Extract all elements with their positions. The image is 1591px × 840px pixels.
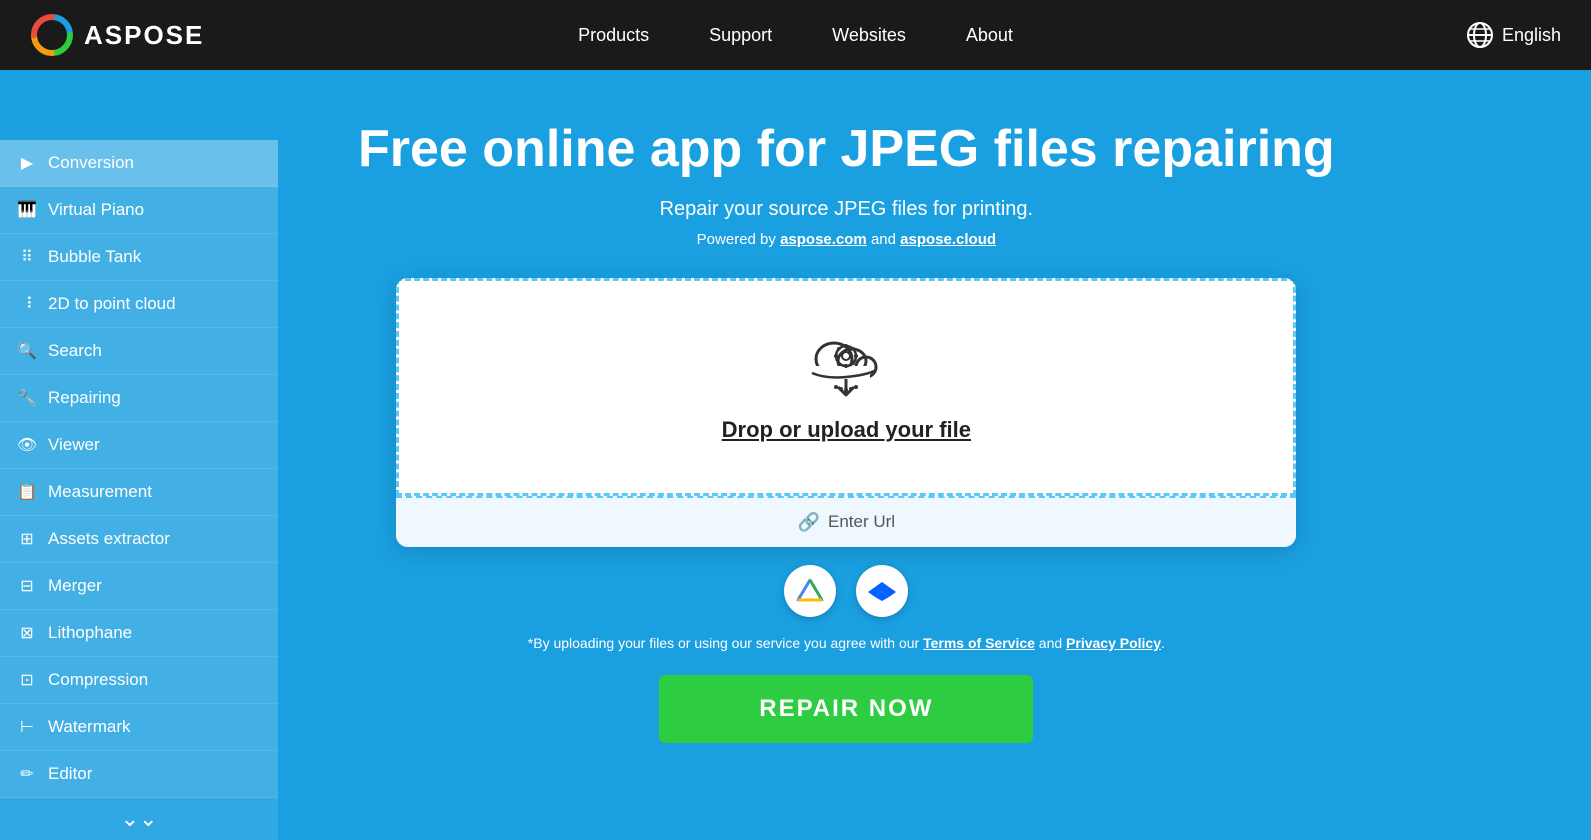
bubble-tank-icon: ⠿: [16, 246, 38, 268]
2d-point-cloud-icon: ⠸: [16, 293, 38, 315]
sidebar-item-lithophane[interactable]: ⊠ Lithophane: [0, 610, 278, 657]
compression-icon: ⊡: [16, 669, 38, 691]
upload-drop-label[interactable]: Drop or upload your file: [722, 417, 971, 443]
language-label: English: [1502, 25, 1561, 46]
viewer-icon: 👁: [16, 434, 38, 456]
sidebar-item-search[interactable]: 🔍 Search: [0, 328, 278, 375]
language-selector[interactable]: English: [1466, 21, 1561, 49]
page-body: ▶ Conversion 🎹 Virtual Piano ⠿ Bubble Ta…: [0, 70, 1591, 793]
upload-container: Drop or upload your file 🔗 Enter Url: [396, 278, 1296, 547]
nav-websites[interactable]: Websites: [832, 25, 906, 46]
sidebar-item-merger[interactable]: ⊟ Merger: [0, 563, 278, 610]
url-link-icon: 🔗: [798, 512, 820, 533]
watermark-icon: ⊢: [16, 716, 38, 738]
sidebar-label-measurement: Measurement: [48, 482, 152, 502]
privacy-policy-link[interactable]: Privacy Policy: [1066, 635, 1161, 651]
sidebar-label-lithophane: Lithophane: [48, 623, 132, 643]
repair-now-button[interactable]: REPAIR NOW: [659, 675, 1033, 743]
header: ASPOSE Products Support Websites About E…: [0, 0, 1591, 70]
sidebar-label-compression: Compression: [48, 670, 148, 690]
cloud-buttons: [784, 565, 908, 617]
header-nav: Products Support Websites About: [578, 25, 1013, 46]
sidebar-item-editor[interactable]: ✏ Editor: [0, 751, 278, 798]
sidebar-label-assets-extractor: Assets extractor: [48, 529, 170, 549]
sidebar: ▶ Conversion 🎹 Virtual Piano ⠿ Bubble Ta…: [0, 140, 278, 840]
conversion-icon: ▶: [16, 152, 38, 174]
virtual-piano-icon: 🎹: [16, 199, 38, 221]
google-drive-button[interactable]: [784, 565, 836, 617]
enter-url-label: Enter Url: [828, 512, 895, 532]
sidebar-label-search: Search: [48, 341, 102, 361]
sidebar-label-bubble-tank: Bubble Tank: [48, 247, 141, 267]
sidebar-item-bubble-tank[interactable]: ⠿ Bubble Tank: [0, 234, 278, 281]
logo-text: ASPOSE: [84, 20, 204, 51]
sidebar-item-assets-extractor[interactable]: ⊞ Assets extractor: [0, 516, 278, 563]
sidebar-label-watermark: Watermark: [48, 717, 131, 737]
terms-prefix: *By uploading your files or using our se…: [528, 635, 923, 651]
lithophane-icon: ⊠: [16, 622, 38, 644]
nav-about[interactable]: About: [966, 25, 1013, 46]
sidebar-more-button[interactable]: ⌄⌄: [0, 798, 278, 840]
editor-icon: ✏: [16, 763, 38, 785]
aspose-cloud-link[interactable]: aspose.cloud: [900, 231, 996, 248]
sidebar-label-2d-point-cloud: 2D to point cloud: [48, 294, 176, 314]
powered-by: Powered by aspose.com and aspose.cloud: [697, 231, 996, 248]
sidebar-item-compression[interactable]: ⊡ Compression: [0, 657, 278, 704]
sidebar-item-viewer[interactable]: 👁 Viewer: [0, 422, 278, 469]
dropbox-icon: [868, 577, 896, 605]
repairing-icon: 🔧: [16, 387, 38, 409]
merger-icon: ⊟: [16, 575, 38, 597]
sidebar-label-virtual-piano: Virtual Piano: [48, 200, 144, 220]
sidebar-item-2d-point-cloud[interactable]: ⠸ 2D to point cloud: [0, 281, 278, 328]
sidebar-label-conversion: Conversion: [48, 153, 134, 173]
sidebar-item-virtual-piano[interactable]: 🎹 Virtual Piano: [0, 187, 278, 234]
page-title: Free online app for JPEG files repairing: [358, 120, 1335, 180]
upload-url-bar[interactable]: 🔗 Enter Url: [396, 496, 1296, 547]
nav-support[interactable]: Support: [709, 25, 772, 46]
nav-products[interactable]: Products: [578, 25, 649, 46]
measurement-icon: 📋: [16, 481, 38, 503]
logo[interactable]: ASPOSE: [30, 13, 204, 57]
sidebar-label-viewer: Viewer: [48, 435, 100, 455]
logo-icon: [30, 13, 74, 57]
sidebar-label-repairing: Repairing: [48, 388, 121, 408]
main-content: Free online app for JPEG files repairing…: [278, 70, 1415, 793]
aspose-com-link[interactable]: aspose.com: [780, 231, 867, 248]
google-drive-icon: [795, 578, 825, 604]
sidebar-item-measurement[interactable]: 📋 Measurement: [0, 469, 278, 516]
chevron-down-icon: ⌄⌄: [121, 808, 158, 830]
globe-icon: [1466, 21, 1494, 49]
sidebar-item-repairing[interactable]: 🔧 Repairing: [0, 375, 278, 422]
sidebar-label-merger: Merger: [48, 576, 102, 596]
powered-by-text: Powered by: [697, 231, 780, 248]
search-icon: 🔍: [16, 340, 38, 362]
page-subtitle: Repair your source JPEG files for printi…: [660, 198, 1034, 221]
assets-extractor-icon: ⊞: [16, 528, 38, 550]
sidebar-item-watermark[interactable]: ⊢ Watermark: [0, 704, 278, 751]
dropbox-button[interactable]: [856, 565, 908, 617]
sidebar-label-editor: Editor: [48, 764, 92, 784]
terms-text: *By uploading your files or using our se…: [528, 635, 1165, 651]
terms-of-service-link[interactable]: Terms of Service: [923, 635, 1035, 651]
upload-cloud-icon: [806, 331, 886, 401]
upload-drop-area[interactable]: Drop or upload your file: [396, 278, 1296, 496]
sidebar-item-conversion[interactable]: ▶ Conversion: [0, 140, 278, 187]
